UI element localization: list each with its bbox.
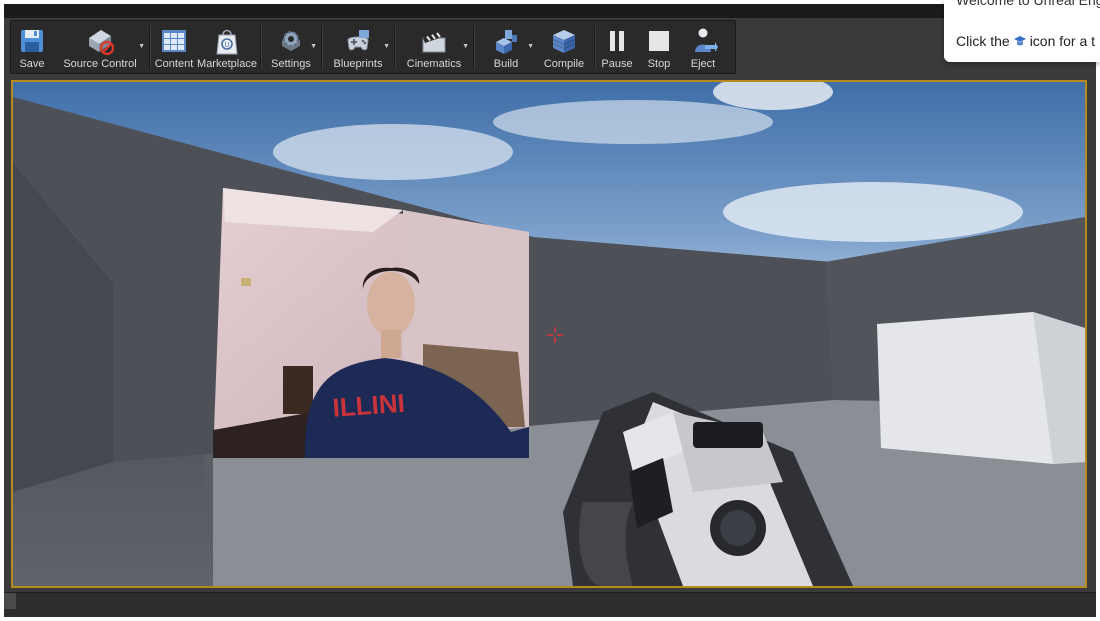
eject-button[interactable]: Eject	[681, 21, 725, 73]
build-label: Build	[493, 58, 519, 70]
build-button[interactable]: Build ▼	[476, 21, 536, 73]
toolbar-separator	[149, 25, 150, 69]
toolbar-separator	[473, 25, 474, 69]
unreal-editor-window: Save Source Control ▼ Content U Marketpl…	[4, 4, 1096, 617]
compile-label: Compile	[543, 58, 585, 70]
editor-bottom-bar	[4, 592, 1096, 617]
first-person-rifle	[563, 392, 853, 586]
source-control-dropdown-arrow[interactable]: ▼	[138, 43, 145, 50]
gear-icon	[282, 31, 300, 51]
settings-dropdown-arrow[interactable]: ▼	[310, 43, 317, 50]
eject-person-icon	[695, 28, 718, 52]
toolbar-separator	[594, 25, 595, 69]
pause-icon	[610, 31, 624, 51]
webcam-video-plane: ILLINI	[213, 188, 529, 458]
svg-text:U: U	[225, 42, 230, 49]
clapperboard-icon	[422, 31, 446, 53]
gamepad-icon	[347, 30, 369, 51]
level-viewport[interactable]: ILLINI	[11, 80, 1087, 588]
tutorial-graduation-icon	[1013, 36, 1026, 46]
stop-button[interactable]: Stop	[637, 21, 681, 73]
cloud	[723, 182, 1023, 242]
floppy-disk-icon	[21, 30, 43, 52]
panel-handle[interactable]	[4, 593, 16, 609]
tutorial-body: Click the icon for a t	[956, 33, 1095, 49]
tutorial-title: Welcome to Unreal Eng	[956, 0, 1100, 8]
save-button[interactable]: Save	[11, 21, 53, 73]
marketplace-button[interactable]: U Marketplace	[196, 21, 258, 73]
crosshair-icon	[547, 327, 563, 343]
source-control-button[interactable]: Source Control ▼	[53, 21, 147, 73]
pause-label: Pause	[601, 58, 633, 70]
content-button[interactable]: Content	[152, 21, 196, 73]
stop-label: Stop	[647, 58, 671, 70]
eject-label: Eject	[690, 58, 716, 70]
pause-button[interactable]: Pause	[597, 21, 637, 73]
settings-label: Settings	[271, 58, 311, 70]
source-control-label: Source Control	[63, 58, 137, 70]
content-label: Content	[154, 58, 194, 70]
tutorial-text-end: icon for a t	[1029, 33, 1096, 49]
cloud	[273, 124, 513, 180]
title-strip	[4, 4, 1096, 18]
marketplace-bag-icon: U	[216, 29, 238, 55]
toolbar-separator	[394, 25, 395, 69]
build-blocks-icon	[496, 30, 517, 54]
cinematics-button[interactable]: Cinematics ▼	[397, 21, 471, 73]
cinematics-label: Cinematics	[406, 58, 462, 70]
cinematics-dropdown-arrow[interactable]: ▼	[462, 43, 469, 50]
content-browser-icon	[162, 30, 186, 52]
save-label: Save	[19, 58, 45, 70]
blueprints-label: Blueprints	[333, 58, 383, 70]
marketplace-label: Marketplace	[197, 58, 257, 70]
tutorial-welcome-popup[interactable]: Welcome to Unreal Eng Click the icon for…	[944, 0, 1100, 62]
source-control-icon	[89, 30, 115, 56]
settings-button[interactable]: Settings ▼	[263, 21, 319, 73]
toolbar-separator	[260, 25, 261, 69]
svg-text:ILLINI: ILLINI	[332, 388, 406, 423]
blueprints-dropdown-arrow[interactable]: ▼	[383, 43, 390, 50]
level-editor-toolbar: Save Source Control ▼ Content U Marketpl…	[10, 20, 736, 74]
compile-button[interactable]: Compile	[536, 21, 592, 73]
tutorial-text-start: Click the	[956, 33, 1010, 49]
cloud	[493, 100, 773, 144]
toolbar-separator	[321, 25, 322, 69]
blueprints-button[interactable]: Blueprints ▼	[324, 21, 392, 73]
build-dropdown-arrow[interactable]: ▼	[527, 43, 534, 50]
stop-icon	[649, 31, 669, 51]
compile-cube-icon	[552, 30, 576, 53]
